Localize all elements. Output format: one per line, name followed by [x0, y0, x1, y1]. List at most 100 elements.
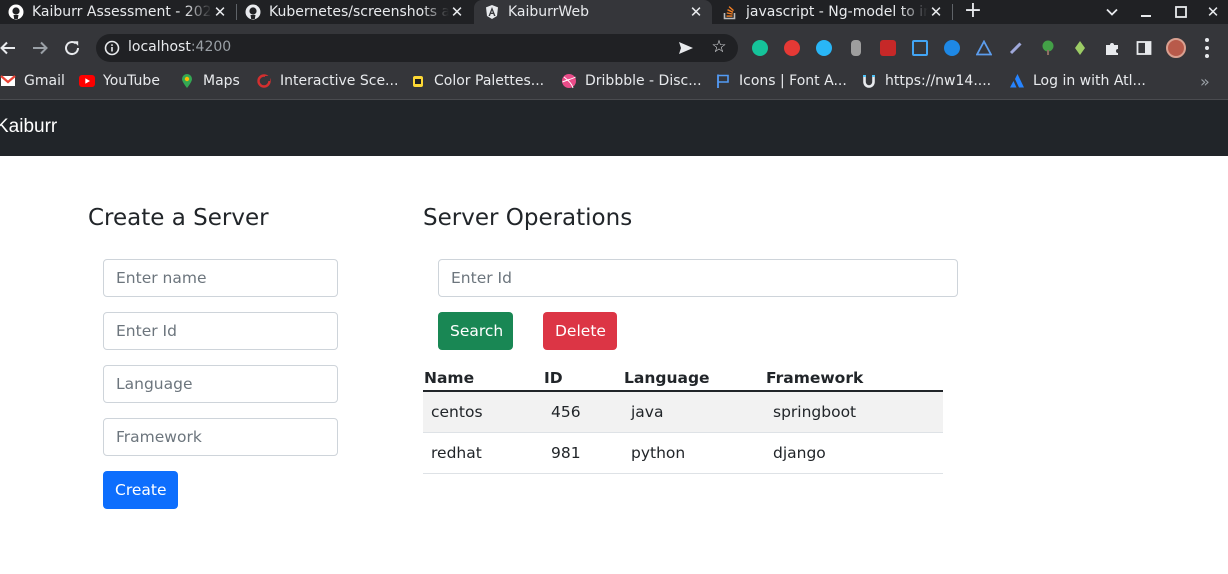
search-id-input[interactable]: [438, 259, 958, 297]
cell-framework: django: [765, 432, 943, 474]
browser-tab-strip: Kaiburr Assessment - 2022 ✕ Kubernetes/s…: [0, 0, 1228, 24]
clock-extension-icon[interactable]: [816, 40, 832, 56]
bookmark-label: Interactive Sce...: [280, 73, 399, 89]
create-button[interactable]: Create: [103, 471, 178, 509]
bookmarks-overflow-chevron-icon[interactable]: »: [1200, 72, 1210, 91]
reload-icon[interactable]: [60, 36, 84, 60]
mouse-extension-icon[interactable]: [851, 40, 861, 56]
window-close-icon[interactable]: ✕: [1203, 0, 1223, 24]
bookmark-font-awesome[interactable]: Icons | Font A...: [715, 72, 847, 90]
search-button[interactable]: Search: [438, 312, 513, 350]
close-icon[interactable]: ✕: [928, 3, 944, 21]
servers-table: Name ID Language Framework centos 456 ja…: [423, 366, 943, 474]
tab-title: javascript - Ng-model to in: [746, 4, 928, 20]
adblock-icon[interactable]: [784, 40, 800, 56]
angular-icon: [484, 4, 500, 20]
server-framework-input[interactable]: [103, 418, 338, 456]
back-arrow-icon[interactable]: [0, 36, 20, 60]
column-header-language: Language: [623, 366, 765, 392]
bookmark-color-palettes[interactable]: Color Palettes...: [410, 72, 544, 90]
column-header-framework: Framework: [765, 366, 943, 392]
cell-id: 981: [543, 432, 623, 474]
tab-title: Kaiburr Assessment - 2022: [32, 4, 212, 20]
bookmark-dribbble[interactable]: Dribbble - Disc...: [561, 72, 702, 90]
browser-toolbar: localhost:4200 ☆: [0, 24, 1228, 72]
triangle-extension-icon[interactable]: [975, 39, 993, 56]
tab-divider: [952, 4, 953, 20]
video-ratio-extension-icon[interactable]: [880, 40, 896, 56]
cell-language: python: [623, 432, 765, 474]
cell-language: java: [623, 391, 765, 433]
bookmark-label: Color Palettes...: [434, 73, 545, 89]
close-icon[interactable]: ✕: [449, 3, 465, 21]
forward-arrow-icon[interactable]: [28, 36, 52, 60]
bookmark-label: Maps: [203, 73, 240, 89]
delete-button[interactable]: Delete: [543, 312, 617, 350]
bookmark-label: YouTube: [103, 73, 160, 89]
site-info-icon[interactable]: [104, 40, 120, 56]
github-icon: [8, 4, 24, 20]
pen-extension-icon[interactable]: [1008, 40, 1024, 56]
cell-name: redhat: [423, 432, 543, 474]
github-icon: [245, 4, 261, 20]
screenshot-extension-icon[interactable]: [912, 40, 928, 56]
bookmark-maps[interactable]: Maps: [179, 72, 240, 90]
create-server-title: Create a Server: [88, 205, 269, 231]
tree-extension-icon[interactable]: [1040, 40, 1056, 56]
server-operations-title: Server Operations: [423, 205, 633, 231]
cell-framework: springboot: [765, 391, 943, 433]
extensions-puzzle-icon[interactable]: [1104, 40, 1120, 56]
maximize-icon[interactable]: [1171, 0, 1191, 24]
close-icon[interactable]: ✕: [212, 3, 228, 21]
server-language-input[interactable]: [103, 365, 338, 403]
tab-kaiburr-assessment[interactable]: Kaiburr Assessment - 2022 ✕: [8, 0, 228, 24]
grammarly-icon[interactable]: [752, 40, 768, 56]
address-bar[interactable]: localhost:4200 ☆: [96, 34, 738, 62]
address-url: localhost:4200: [128, 39, 231, 55]
column-header-name: Name: [423, 366, 543, 392]
tab-kubernetes-screenshots[interactable]: Kubernetes/screenshots at ✕: [245, 0, 465, 24]
maps-icon: [179, 73, 195, 89]
flag-icon: [715, 73, 731, 89]
leaf-extension-icon[interactable]: [1072, 40, 1088, 56]
browser-menu-icon[interactable]: [1204, 38, 1210, 58]
magnet-icon: [861, 73, 877, 89]
bookmark-interactive-scenes[interactable]: Interactive Sce...: [256, 72, 398, 90]
close-icon[interactable]: ✕: [688, 3, 704, 21]
url-host: localhost: [128, 39, 191, 55]
bookmark-nw14[interactable]: https://nw14....: [861, 72, 991, 90]
tab-kaiburrweb[interactable]: KaiburrWeb ✕: [474, 0, 712, 24]
bookmark-label: Gmail: [24, 73, 65, 89]
tab-search-chevron-icon[interactable]: [1102, 0, 1122, 24]
tab-javascript-ng-model[interactable]: javascript - Ng-model to in ✕: [722, 0, 944, 24]
bookmark-atlassian[interactable]: Log in with Atl...: [1009, 72, 1146, 90]
shazam-extension-icon[interactable]: [944, 40, 960, 56]
tab-title: KaiburrWeb: [508, 4, 589, 20]
server-name-input[interactable]: [103, 259, 338, 297]
minimize-icon[interactable]: [1136, 0, 1156, 24]
bookmark-label: https://nw14....: [885, 73, 992, 89]
bookmark-label: Log in with Atl...: [1033, 73, 1146, 89]
new-tab-button[interactable]: +: [962, 0, 984, 24]
cell-name: centos: [423, 391, 543, 433]
app-navbar: Kaiburr: [0, 100, 1228, 156]
bookmarks-bar: Gmail YouTube Maps Interactive Sce... Co…: [0, 72, 1228, 100]
column-header-id: ID: [543, 366, 623, 392]
send-tab-icon[interactable]: [678, 40, 694, 56]
bookmark-label: Icons | Font A...: [739, 73, 847, 89]
youtube-icon: [79, 73, 95, 89]
side-panel-icon[interactable]: [1136, 40, 1152, 56]
profile-avatar[interactable]: [1166, 38, 1186, 58]
gmail-icon: [0, 73, 16, 89]
interactive-icon: [256, 73, 272, 89]
server-id-input[interactable]: [103, 312, 338, 350]
bookmark-youtube[interactable]: YouTube: [79, 72, 160, 90]
tab-divider: [236, 4, 237, 20]
bookmark-gmail[interactable]: Gmail: [0, 72, 65, 90]
table-row: centos 456 java springboot: [423, 391, 943, 433]
table-header-row: Name ID Language Framework: [423, 366, 943, 392]
navbar-brand[interactable]: Kaiburr: [0, 116, 57, 138]
palette-icon: [410, 73, 426, 89]
cell-id: 456: [543, 391, 623, 433]
bookmark-star-icon[interactable]: ☆: [710, 38, 728, 56]
